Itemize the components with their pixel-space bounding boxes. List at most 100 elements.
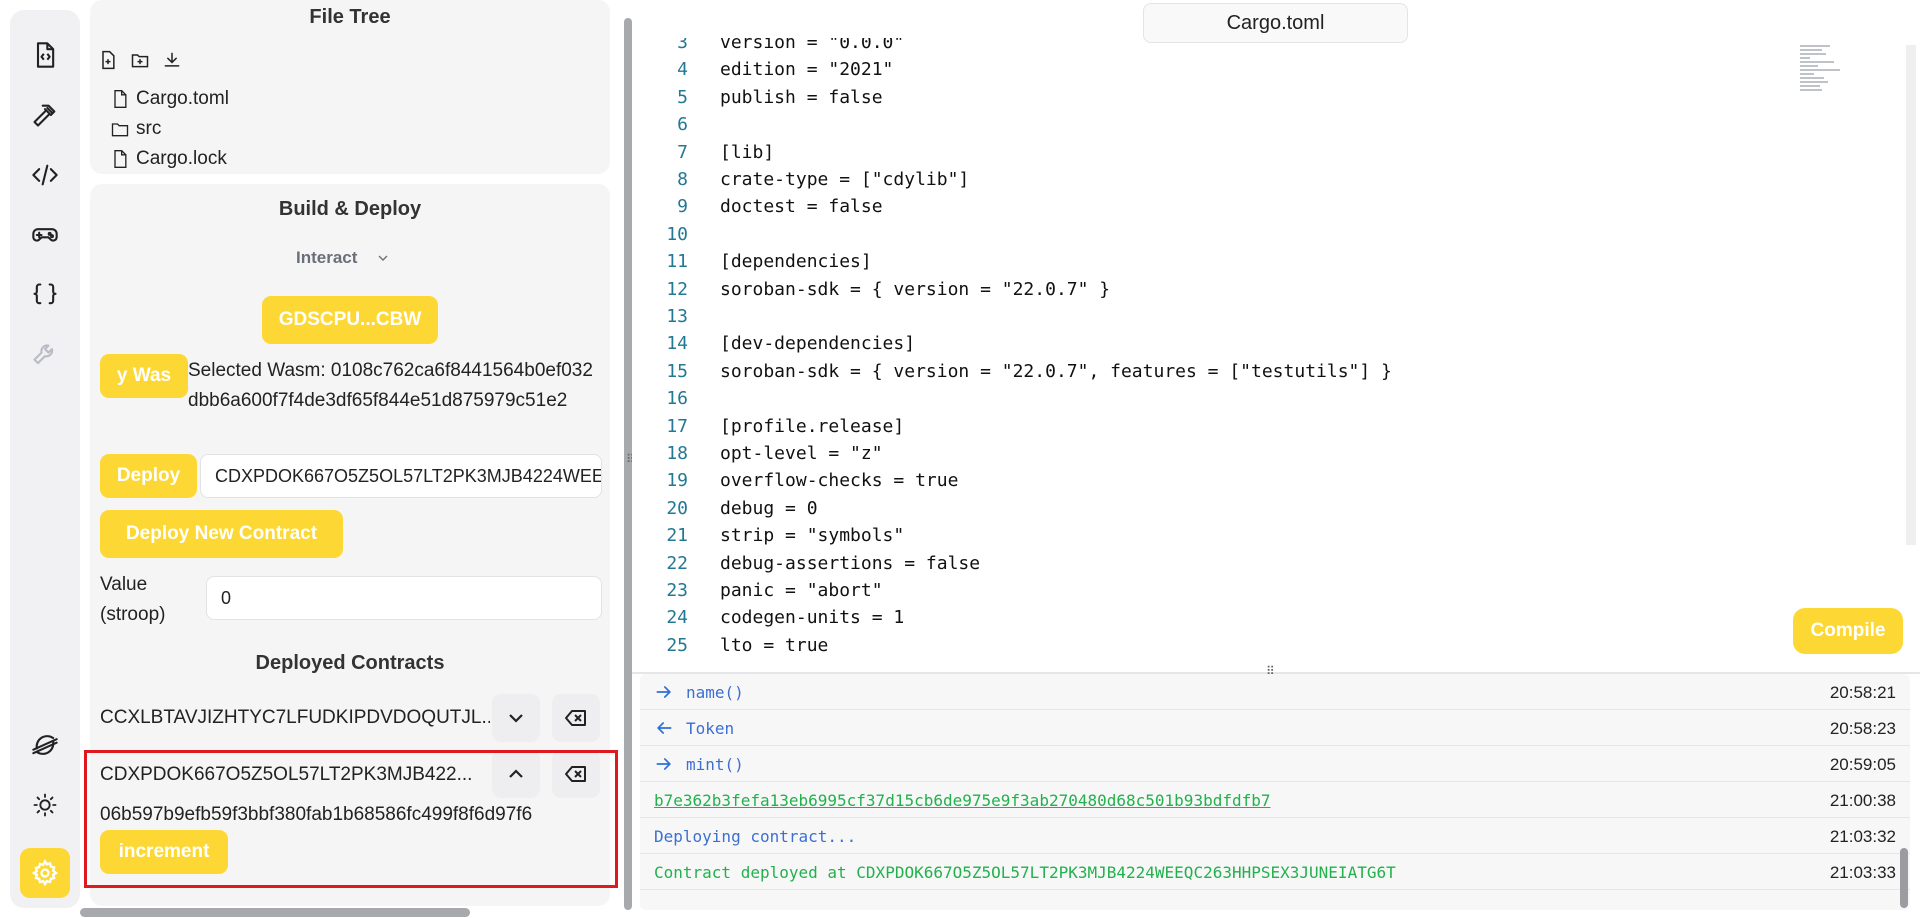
console-log-row: Deploying contract... 21:03:32 — [640, 818, 1910, 854]
line-number: 16 — [666, 388, 688, 410]
line-text: [profile.release] — [720, 415, 905, 437]
line-text: doctest = false — [720, 196, 883, 218]
console-log-row: name() 20:58:21 — [640, 674, 1910, 710]
line-number: 5 — [677, 86, 688, 108]
line-text: soroban-sdk = { version = "22.0.7", feat… — [720, 360, 1392, 382]
selected-wasm-text: Selected Wasm: 0108c762ca6f8441564b0ef03… — [188, 360, 593, 411]
code-editor[interactable]: 3 version = "0.0.0" 4 edition = "2021" 5 publ… — [632, 38, 1920, 668]
line-text: debug = 0 — [720, 497, 818, 519]
console-log-time: 20:58:23 — [1829, 719, 1896, 738]
console-log-row: b7e362b3fefa13eb6995cf37d15cb6de975e9f3a… — [640, 782, 1910, 818]
line-text: opt-level = "z" — [720, 443, 883, 464]
console-log-time: 21:03:33 — [1829, 863, 1896, 882]
line-text: [dev-dependencies] — [720, 333, 916, 355]
value-label: Value (stroop) — [100, 574, 166, 625]
file-icon — [114, 90, 127, 108]
console-log-text: name() — [686, 683, 744, 702]
line-text: publish = false — [720, 86, 883, 108]
console-log-text: Contract deployed at CDXPDOK667O5Z5OL57L… — [654, 863, 1396, 882]
file-tree-actions — [98, 50, 182, 70]
file-code-icon[interactable] — [30, 40, 60, 70]
icon-rail — [0, 0, 90, 918]
account-button[interactable]: GDSCPU...CBW — [262, 296, 438, 344]
highlight-box — [84, 750, 618, 888]
file-tree-title: File Tree — [309, 6, 391, 28]
folder-item-src[interactable]: src — [110, 118, 161, 140]
hammer-icon[interactable] — [30, 100, 60, 130]
build-deploy-title: Build & Deploy — [278, 198, 422, 220]
file-item-cargo-toml[interactable]: Cargo.toml — [110, 88, 229, 110]
console-log-row: mint() 20:59:05 — [640, 746, 1910, 782]
console-log-text: Deploying contract... — [654, 827, 857, 846]
line-text: crate-type = ["cdylib"] — [720, 169, 970, 190]
mode-select[interactable]: Interact — [296, 248, 391, 268]
folder-name: src — [136, 118, 162, 139]
line-text: [dependencies] — [720, 251, 872, 273]
line-number: 7 — [677, 141, 688, 163]
arrow-right-icon — [656, 758, 672, 770]
backspace-icon — [565, 710, 586, 726]
code-icon[interactable] — [30, 160, 60, 190]
folder-icon — [111, 123, 129, 137]
new-file-icon[interactable] — [98, 50, 118, 70]
braces-icon[interactable] — [30, 280, 60, 310]
console-log-row: Contract deployed at CDXPDOK667O5Z5OL57L… — [640, 854, 1910, 890]
sun-icon[interactable] — [30, 790, 60, 820]
editor-area: Cargo.toml 3 version = "0.0.0" 4 edition = … — [632, 0, 1920, 918]
console-scrollbar[interactable] — [1900, 848, 1908, 908]
wrench-icon[interactable] — [30, 340, 60, 370]
line-text: soroban-sdk = { version = "22.0.7" } — [720, 278, 1111, 300]
icon-rail-background — [10, 10, 80, 908]
editor-scrollbar[interactable] — [1906, 45, 1916, 545]
gamepad-icon[interactable] — [30, 220, 60, 250]
line-text: debug-assertions = false — [720, 552, 981, 574]
value-input[interactable]: 0 — [206, 576, 602, 620]
line-number: 23 — [666, 580, 688, 601]
console-log-time: 21:03:32 — [1829, 827, 1896, 846]
minimap[interactable] — [1800, 45, 1840, 105]
remove-contract-button[interactable] — [552, 694, 600, 742]
line-text: [lib] — [720, 141, 775, 163]
line-number: 17 — [666, 415, 688, 437]
expand-contract-button[interactable] — [492, 694, 540, 742]
line-number: 13 — [666, 306, 688, 327]
horizontal-scrollbar[interactable] — [80, 908, 470, 917]
chevron-down-icon — [509, 714, 523, 723]
arrow-left-icon — [656, 722, 672, 734]
deploy-button[interactable]: Deploy — [100, 454, 197, 498]
select-wasm-button[interactable]: y Was — [100, 354, 188, 398]
contract-address[interactable]: CCXLBTAVJIZHTYC7LFUDKIPDVDOQUTJL... — [100, 707, 490, 729]
file-tree-panel: File Tree Cargo.toml src Cargo.lock — [90, 0, 610, 174]
console-panel: name() 20:58:21 Token 20:58:23 mint() 20:59:0… — [640, 674, 1910, 910]
line-text: overflow-checks = true — [720, 470, 959, 492]
chevron-down-icon — [378, 255, 388, 261]
line-number: 25 — [666, 634, 688, 656]
settings-button[interactable] — [20, 848, 70, 898]
line-number: 20 — [666, 497, 688, 519]
file-name: Cargo.lock — [136, 148, 227, 169]
line-text: version = "0.0.0" — [720, 38, 905, 53]
line-number: 8 — [677, 169, 688, 190]
line-text: edition = "2021" — [720, 59, 894, 81]
transaction-hash-link[interactable]: b7e362b3fefa13eb6995cf37d15cb6de975e9f3a… — [654, 791, 1271, 810]
console-log-time: 20:59:05 — [1829, 755, 1896, 774]
line-text: codegen-units = 1 — [720, 607, 905, 629]
new-folder-icon[interactable] — [130, 50, 150, 70]
line-text: lto = true — [720, 634, 829, 656]
line-text: panic = "abort" — [720, 580, 883, 601]
file-item-cargo-lock[interactable]: Cargo.lock — [110, 148, 227, 170]
compile-button[interactable]: Compile — [1793, 608, 1903, 654]
deploy-new-contract-button[interactable]: Deploy New Contract — [100, 510, 343, 558]
deployed-contracts-title: Deployed Contracts — [255, 652, 445, 674]
arrow-right-icon — [656, 686, 672, 698]
line-number: 12 — [666, 278, 688, 300]
editor-tab[interactable]: Cargo.toml — [1143, 3, 1408, 43]
console-log-text: Token — [686, 719, 735, 738]
line-number: 3 — [677, 38, 688, 53]
download-icon[interactable] — [162, 50, 182, 70]
deploy-address-input[interactable]: CDXPDOK667O5Z5OL57LT2PK3MJB4224WEEQC263H… — [200, 454, 602, 498]
line-number: 19 — [666, 470, 688, 492]
line-number: 18 — [666, 443, 688, 464]
line-text: strip = "symbols" — [720, 525, 905, 547]
line-number: 14 — [666, 333, 688, 355]
